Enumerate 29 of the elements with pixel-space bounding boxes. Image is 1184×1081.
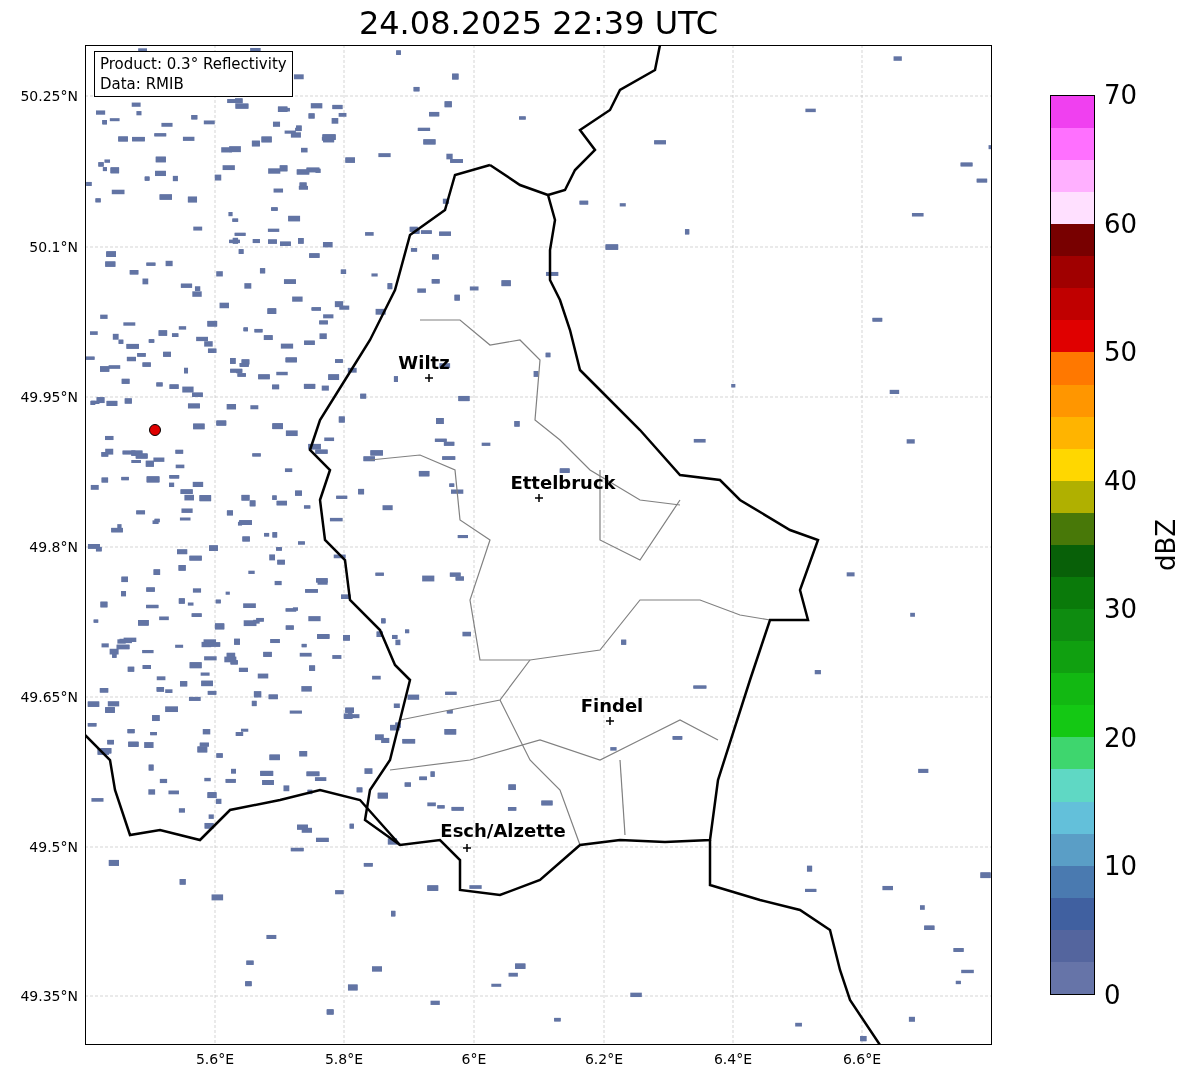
longitude-label: 6°E [461, 1051, 487, 1067]
longitude-label: 6.4°E [713, 1051, 753, 1067]
city-label: Findel [580, 695, 644, 716]
scale-tick-label: 10 [1104, 851, 1138, 882]
city-label: Wiltz [398, 352, 450, 373]
scale-tick-label: 0 [1104, 980, 1121, 1010]
scale-tick-label: 50 [1104, 337, 1138, 368]
latitude-label: 49.35°N [20, 988, 78, 1004]
latitude-label: 49.95°N [20, 389, 78, 405]
scale-tick-label: 20 [1104, 722, 1138, 753]
info-text: Product: 0.3° Reflectivity [100, 54, 287, 74]
scale-tick-label: 60 [1104, 208, 1138, 239]
longitude-label: 6.6°E [842, 1051, 882, 1067]
scale-tick-label: 40 [1104, 465, 1138, 496]
latitude-label: 50.25°N [20, 88, 78, 104]
latitude-label: 49.65°N [20, 689, 78, 705]
longitude-label: 6.2°E [584, 1051, 624, 1067]
city-label: Esch/Alzette [440, 820, 566, 841]
info-text: Data: RMIB [100, 74, 185, 94]
city-label: Ettelbruck [510, 472, 616, 493]
chart-title: 24.08.2025 22:39 UTC [357, 4, 720, 42]
latitude-label: 49.5°N [29, 839, 78, 855]
scale-tick-label: 30 [1104, 594, 1138, 625]
longitude-label: 5.8°E [324, 1051, 364, 1067]
latitude-label: 49.8°N [29, 539, 78, 555]
latitude-label: 50.1°N [29, 239, 78, 255]
longitude-label: 5.6°E [195, 1051, 235, 1067]
scale-tick-label: 70 [1104, 80, 1138, 110]
scale-unit-label: dBZ [1151, 518, 1182, 572]
